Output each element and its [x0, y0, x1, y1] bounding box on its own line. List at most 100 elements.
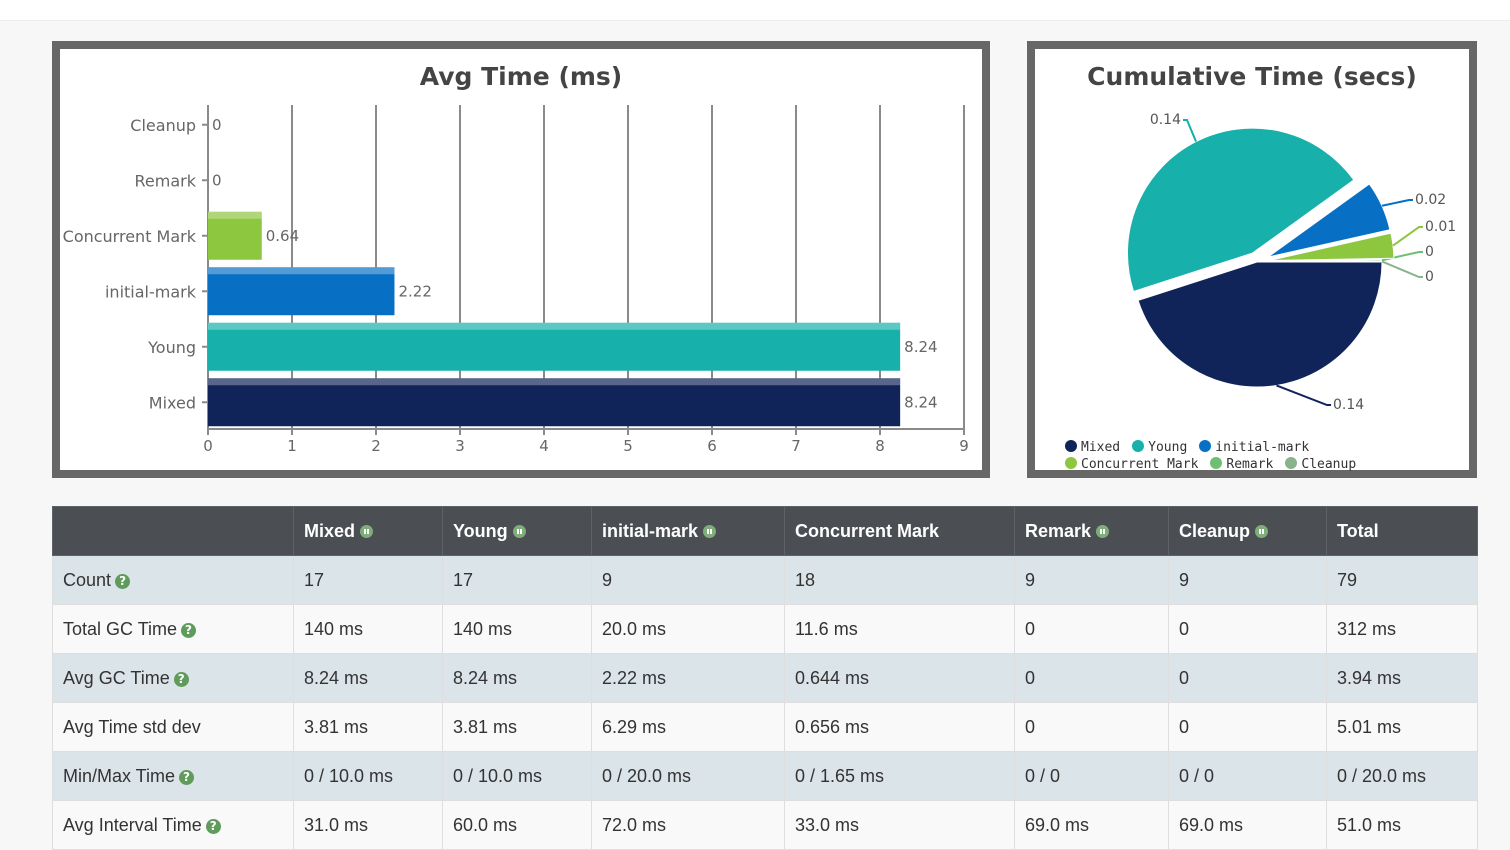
table-cell: 72.0 ms — [591, 800, 785, 850]
table-cell: 0 / 0 — [1014, 751, 1169, 801]
row-label-text: Total GC Time — [63, 618, 178, 639]
row-label-text: Min/Max Time — [63, 765, 176, 786]
column-header-initial-mark: initial-mark — [591, 506, 785, 556]
pie-legend: Mixed Young initial-mark Concurrent Mark Rem… — [1065, 439, 1465, 473]
column-header-label: initial-mark — [602, 520, 699, 541]
table-cell: 9 — [591, 555, 785, 605]
pie-value-label-mixed: 0.14 — [1333, 397, 1364, 413]
row-label-min-max-time: Min/Max Time? — [52, 751, 294, 801]
table-cell: 0 / 20.0 ms — [591, 751, 785, 801]
table-cell: 0.644 ms — [784, 653, 1015, 703]
x-tick-label: 6 — [707, 437, 717, 455]
pie-value-label-concurrent-mark: 0.01 — [1425, 219, 1456, 235]
table-cell: 0 / 10.0 ms — [293, 751, 443, 801]
legend-item-mixed[interactable]: Mixed — [1065, 439, 1120, 456]
column-header-concurrent-mark: Concurrent Mark — [784, 506, 1015, 556]
column-header-label: Total — [1337, 520, 1379, 541]
category-label-concurrent-mark: Concurrent Mark — [63, 227, 197, 246]
pause-info-icon[interactable] — [360, 524, 374, 538]
x-tick-label: 9 — [959, 437, 969, 455]
legend-item-concurrent-mark[interactable]: Concurrent Mark — [1065, 456, 1198, 473]
table-cell: 79 — [1326, 555, 1478, 605]
legend-label: Cleanup — [1301, 457, 1357, 472]
table-row: Min/Max Time? 0 / 10.0 ms 0 / 10.0 ms 0 / 2… — [52, 751, 1478, 801]
x-tick-label: 7 — [791, 437, 801, 455]
table-cell: 0 / 20.0 ms — [1326, 751, 1478, 801]
table-row: Total GC Time? 140 ms 140 ms 20.0 ms 11.6 ms… — [52, 604, 1478, 654]
x-tick-label: 5 — [623, 437, 633, 455]
row-label-avg-gc-time: Avg GC Time? — [52, 653, 294, 703]
row-label-text: Avg GC Time — [63, 667, 170, 688]
bar-chart-title: Avg Time (ms) — [420, 62, 622, 91]
legend-label: Concurrent Mark — [1081, 457, 1199, 472]
table-cell: 3.81 ms — [293, 702, 443, 752]
pause-info-icon[interactable] — [1255, 524, 1269, 538]
bar-young[interactable] — [208, 322, 901, 371]
bar-highlight — [208, 267, 395, 275]
legend-item-cleanup[interactable]: Cleanup — [1285, 456, 1356, 473]
value-label-cleanup: 0 — [212, 116, 222, 134]
legend-label: Young — [1148, 440, 1188, 455]
bar-concurrent-mark[interactable] — [208, 211, 262, 260]
table-cell: 8.24 ms — [442, 653, 592, 703]
help-icon[interactable]: ? — [115, 573, 131, 589]
table-cell: 9 — [1014, 555, 1169, 605]
x-tick-label: 2 — [371, 437, 381, 455]
legend-marker — [1285, 457, 1298, 469]
table-row: Avg Time std dev 3.81 ms 3.81 ms 6.29 ms 0.6… — [52, 702, 1478, 752]
table-cell: 8.24 ms — [293, 653, 443, 703]
column-header-blank — [52, 506, 294, 556]
bar-initial-mark[interactable] — [208, 267, 395, 316]
column-header-total: Total — [1326, 506, 1478, 556]
column-header-label: Concurrent Mark — [795, 520, 940, 541]
gc-stats-table: Mixed Young initial-mark Concurrent Mark Rem… — [52, 506, 1478, 850]
category-label-remark: Remark — [135, 171, 197, 190]
legend-item-initial-mark[interactable]: initial-mark — [1199, 439, 1309, 456]
table-cell: 0 / 1.65 ms — [784, 751, 1015, 801]
column-header-label: Young — [453, 520, 508, 541]
legend-marker — [1199, 440, 1212, 452]
legend-item-young[interactable]: Young — [1132, 439, 1187, 456]
legend-label: Mixed — [1081, 440, 1121, 455]
pie-slice-mixed[interactable] — [1137, 261, 1383, 388]
cumulative-time-chart-panel: Cumulative Time (secs) 0.14 0 0 0.01 0.02 0.1… — [1027, 41, 1477, 478]
table-cell: 0 / 0 — [1168, 751, 1327, 801]
row-label-text: Avg Interval Time — [63, 814, 202, 835]
help-icon[interactable]: ? — [205, 818, 221, 834]
pie-leader-line — [1276, 384, 1331, 406]
column-header-mixed: Mixed — [293, 506, 443, 556]
pie-leader-line — [1392, 226, 1423, 247]
pause-info-icon[interactable] — [1096, 524, 1110, 538]
table-cell: 140 ms — [293, 604, 443, 654]
bar-highlight — [208, 211, 262, 219]
pause-info-icon[interactable] — [512, 524, 526, 538]
table-cell: 0 — [1168, 604, 1327, 654]
bar-mixed[interactable] — [208, 378, 901, 427]
category-label-mixed: Mixed — [149, 393, 196, 412]
table-cell: 140 ms — [442, 604, 592, 654]
table-cell: 18 — [784, 555, 1015, 605]
column-header-label: Cleanup — [1179, 520, 1251, 541]
x-tick-label: 3 — [455, 437, 465, 455]
table-cell: 0.656 ms — [784, 702, 1015, 752]
row-label-total-gc-time: Total GC Time? — [52, 604, 294, 654]
top-bar — [0, 0, 1510, 21]
table-cell: 17 — [442, 555, 592, 605]
legend-item-remark[interactable]: Remark — [1210, 456, 1273, 473]
help-icon[interactable]: ? — [179, 769, 195, 785]
table-cell: 20.0 ms — [591, 604, 785, 654]
table-cell: 0 — [1168, 702, 1327, 752]
column-header-cleanup: Cleanup — [1168, 506, 1327, 556]
legend-marker — [1065, 457, 1077, 469]
pause-info-icon[interactable] — [703, 524, 717, 538]
category-label-initial-mark: initial-mark — [105, 282, 197, 301]
x-tick-label: 0 — [203, 437, 213, 455]
value-label-concurrent-mark: 0.64 — [266, 227, 299, 245]
table-cell: 3.81 ms — [442, 702, 592, 752]
pie-value-label-young: 0.14 — [1150, 112, 1181, 128]
column-header-young: Young — [442, 506, 592, 556]
cumulative-time-pie-chart: Cumulative Time (secs) 0.14 0 0 0.01 0.02 0.1… — [1087, 62, 1456, 413]
help-icon[interactable]: ? — [181, 622, 197, 638]
help-icon[interactable]: ? — [173, 671, 189, 687]
category-label-young: Young — [147, 338, 196, 357]
